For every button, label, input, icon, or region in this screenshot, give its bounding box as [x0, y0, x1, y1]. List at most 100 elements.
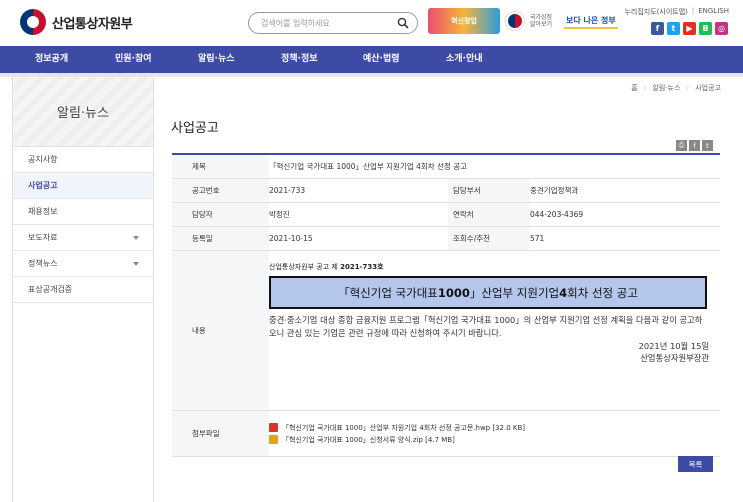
content-notice-number: 산업통상자원부 공고 제 2021-733호: [269, 262, 720, 272]
sidebar-item-notices[interactable]: 공지사항: [13, 147, 153, 173]
content-notice-number-value: 2021-733호: [340, 263, 384, 271]
title-value: 「혁신기업 국가대표 1000」산업부 지원기업 4회차 선정 공고: [269, 162, 468, 171]
facebook-icon[interactable]: f: [651, 22, 664, 35]
content-title-box: 「혁신기업 국가대표 1000 」산업부 지원기업 4 회차 선정 공고: [269, 276, 707, 309]
sitemap-link[interactable]: 누리집지도(사이트맵): [624, 7, 687, 17]
gnb-intro-guide[interactable]: 소개·안내: [446, 46, 483, 73]
sidebar-item-recruitment[interactable]: 채용정보: [13, 199, 153, 225]
header-banners: 혁신창업 국가상징 알아보기 보다 나은 정부: [428, 8, 618, 34]
views-label: 조회수/추천: [448, 227, 530, 250]
sidebar: 알림·뉴스 공지사항 사업공고 채용정보 보도자료 정책뉴스 표상공개검증: [12, 77, 154, 502]
dept-value: 중견기업정책과: [530, 186, 579, 195]
header: 산업통상자원부 혁신창업 국가상징 알아보기 보다 나은 정부 누리집지도(사이…: [0, 0, 743, 46]
gnb-policy-info[interactable]: 정책·정보: [281, 46, 318, 73]
content-body: 산업통상자원부 공고 제 2021-733호 「혁신기업 국가대표 1000 」산…: [269, 251, 720, 410]
twitter-icon[interactable]: t: [667, 22, 680, 35]
attachment-file-name: 「혁신기업 국가대표 1000」신청서류 양식.zip [4.7 MB]: [282, 435, 455, 444]
content-notice-number-prefix: 산업통상자원부 공고 제: [269, 263, 341, 271]
content-signer: 산업통상자원부장관: [640, 353, 709, 363]
notice-detail-table: 제목 「혁신기업 국가대표 1000」산업부 지원기업 4회차 선정 공고 공고…: [172, 153, 720, 457]
table-row: 내용 산업통상자원부 공고 제 2021-733호 「혁신기업 국가대표 100…: [172, 251, 720, 411]
views-value: 571: [530, 234, 545, 243]
ministry-logo[interactable]: 산업통상자원부: [20, 9, 133, 35]
english-link[interactable]: ENGLISH: [698, 7, 729, 17]
contact-value: 044-203-4369: [530, 210, 584, 219]
breadcrumb-notice-news[interactable]: 알림·뉴스: [652, 83, 680, 93]
sidebar-item-award-verification[interactable]: 표상공개검증: [13, 277, 153, 303]
home-icon[interactable]: 홈: [631, 83, 637, 93]
breadcrumb-separator-icon: ›: [686, 84, 690, 92]
attachment-file-name: 「혁신기업 국가대표 1000」산업부 지원기업 4회차 선정 공고문.hwp …: [282, 423, 526, 432]
search-icon[interactable]: [397, 17, 409, 29]
dept-label: 담당부서: [448, 179, 530, 202]
page-title: 사업공고: [171, 121, 219, 136]
banner-national-symbol[interactable]: 국가상징 알아보기: [530, 14, 558, 28]
attachment-list: 「혁신기업 국가대표 1000」산업부 지원기업 4회차 선정 공고문.hwp …: [269, 411, 720, 456]
top-links-divider: |: [691, 7, 695, 15]
table-row: 제목 「혁신기업 국가대표 1000」산업부 지원기업 4회차 선정 공고: [172, 155, 720, 179]
notice-no-label: 공고번호: [172, 179, 269, 202]
youtube-icon[interactable]: ▶: [683, 22, 696, 35]
sidebar-item-label: 채용정보: [28, 207, 58, 216]
share-tools: ⎙ f t: [676, 140, 713, 151]
table-row: 공고번호 2021-733 담당부서 중견기업정책과: [172, 179, 720, 203]
sidebar-item-press-releases[interactable]: 보도자료: [13, 225, 153, 251]
gnb-civil-participation[interactable]: 민원·참여: [115, 46, 152, 73]
content-paragraph: 중견·중소기업 대상 종합 금융지원 프로그램「혁신기업 국가대표 1000」의…: [269, 315, 703, 338]
attachment-label: 첨부파일: [172, 411, 269, 456]
date-value: 2021-10-15: [269, 234, 313, 243]
sidebar-title: 알림·뉴스: [13, 77, 153, 147]
table-row: 등록일 2021-10-15 조회수/추천 571: [172, 227, 720, 251]
sidebar-item-policy-news[interactable]: 정책뉴스: [13, 251, 153, 277]
notice-no-value: 2021-733: [269, 186, 306, 195]
attachment-file[interactable]: 「혁신기업 국가대표 1000」신청서류 양식.zip [4.7 MB]: [269, 435, 525, 445]
date-label: 등록일: [172, 227, 269, 250]
table-row: 첨부파일 「혁신기업 국가대표 1000」산업부 지원기업 4회차 선정 공고문…: [172, 411, 720, 457]
facebook-share-icon[interactable]: f: [689, 140, 700, 151]
sidebar-item-business-notices[interactable]: 사업공고: [13, 173, 153, 199]
sidebar-item-label: 공지사항: [28, 155, 58, 164]
chevron-down-icon[interactable]: [133, 236, 139, 240]
instagram-icon[interactable]: ◎: [715, 22, 728, 35]
social-links: f t ▶ B ◎: [651, 22, 728, 35]
hwp-file-icon: [269, 423, 278, 432]
breadcrumb-business-notices[interactable]: 사업공고: [695, 83, 721, 93]
content-title-round: 4: [559, 285, 568, 300]
sidebar-item-label: 사업공고: [28, 181, 58, 190]
table-row: 담당자 박정진 연락처 044-203-4369: [172, 203, 720, 227]
taegeuk-logo-icon: [20, 9, 46, 35]
content-title-number: 1000: [437, 285, 470, 300]
blog-icon[interactable]: B: [699, 22, 712, 35]
breadcrumb: 홈 › 알림·뉴스 › 사업공고: [631, 83, 721, 93]
sidebar-item-label: 표상공개검증: [28, 285, 73, 294]
content-date: 2021년 10월 15일: [638, 341, 709, 351]
content-label: 내용: [172, 251, 269, 410]
chevron-down-icon[interactable]: [133, 262, 139, 266]
zip-file-icon: [269, 435, 278, 444]
logo-text: 산업통상자원부: [52, 16, 133, 32]
gnb-budget-law[interactable]: 예산·법령: [363, 46, 400, 73]
twitter-share-icon[interactable]: t: [702, 140, 713, 151]
main-navigation: 정보공개 민원·참여 알림·뉴스 정책·정보 예산·법령 소개·안내: [0, 46, 743, 73]
breadcrumb-separator-icon: ›: [643, 84, 647, 92]
search-box: [248, 12, 418, 34]
gnb-info-disclosure[interactable]: 정보공개: [35, 46, 68, 73]
title-label: 제목: [172, 155, 269, 178]
search-input[interactable]: [261, 16, 391, 31]
list-button[interactable]: 목록: [678, 456, 713, 472]
sidebar-item-label: 정책뉴스: [28, 259, 58, 268]
content-title-part: 회차 선정 공고: [567, 285, 638, 300]
contact-label: 연락처: [448, 203, 530, 226]
banner-better-government[interactable]: 보다 나은 정부: [564, 14, 618, 29]
gnb-notice-news[interactable]: 알림·뉴스: [198, 46, 235, 73]
sidebar-item-label: 보도자료: [28, 233, 58, 242]
manager-value: 박정진: [269, 210, 290, 219]
banner-startup[interactable]: 혁신창업: [428, 8, 500, 34]
sidebar-menu: 공지사항 사업공고 채용정보 보도자료 정책뉴스 표상공개검증: [13, 147, 153, 303]
attachment-file[interactable]: 「혁신기업 국가대표 1000」산업부 지원기업 4회차 선정 공고문.hwp …: [269, 423, 525, 433]
print-icon[interactable]: ⎙: [676, 140, 687, 151]
national-symbol-icon[interactable]: [506, 12, 524, 30]
manager-label: 담당자: [172, 203, 269, 226]
content-title-part: 」산업부 지원기업: [469, 285, 560, 300]
top-links: 누리집지도(사이트맵) | ENGLISH: [624, 7, 729, 17]
